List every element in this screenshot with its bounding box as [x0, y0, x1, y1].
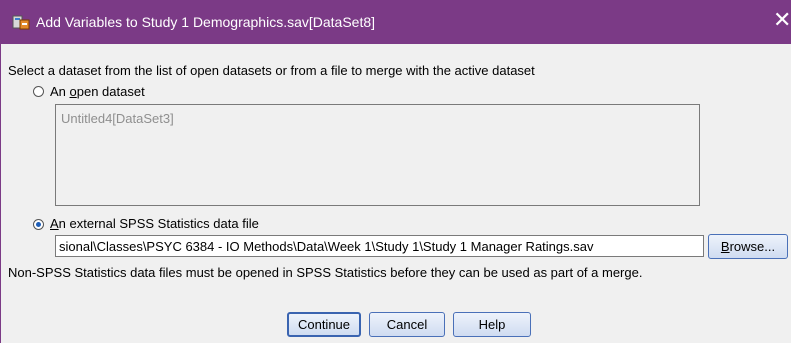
instructions-label: Select a dataset from the list of open d… [8, 63, 535, 78]
list-item[interactable]: Untitled4[DataSet3] [61, 111, 174, 126]
continue-button[interactable]: Continue [287, 312, 361, 337]
browse-button[interactable]: Browse... [708, 234, 788, 259]
file-path-field[interactable] [55, 235, 704, 257]
external-file-label[interactable]: An external SPSS Statistics data file [50, 216, 259, 231]
file-path-input[interactable] [56, 236, 703, 256]
close-icon[interactable]: ✕ [773, 9, 791, 31]
title-bar: Add Variables to Study 1 Demographics.sa… [0, 0, 791, 44]
open-dataset-radio[interactable] [33, 86, 44, 97]
external-file-radio[interactable] [33, 219, 44, 230]
cancel-button[interactable]: Cancel [369, 312, 445, 337]
open-dataset-label[interactable]: An open dataset [50, 84, 145, 99]
window-title: Add Variables to Study 1 Demographics.sa… [36, 14, 376, 30]
open-datasets-list[interactable]: Untitled4[DataSet3] [55, 104, 700, 206]
merge-note: Non-SPSS Statistics data files must be o… [8, 265, 643, 280]
help-button[interactable]: Help [453, 312, 531, 337]
window-frame [0, 44, 1, 343]
spss-app-icon [12, 15, 30, 30]
